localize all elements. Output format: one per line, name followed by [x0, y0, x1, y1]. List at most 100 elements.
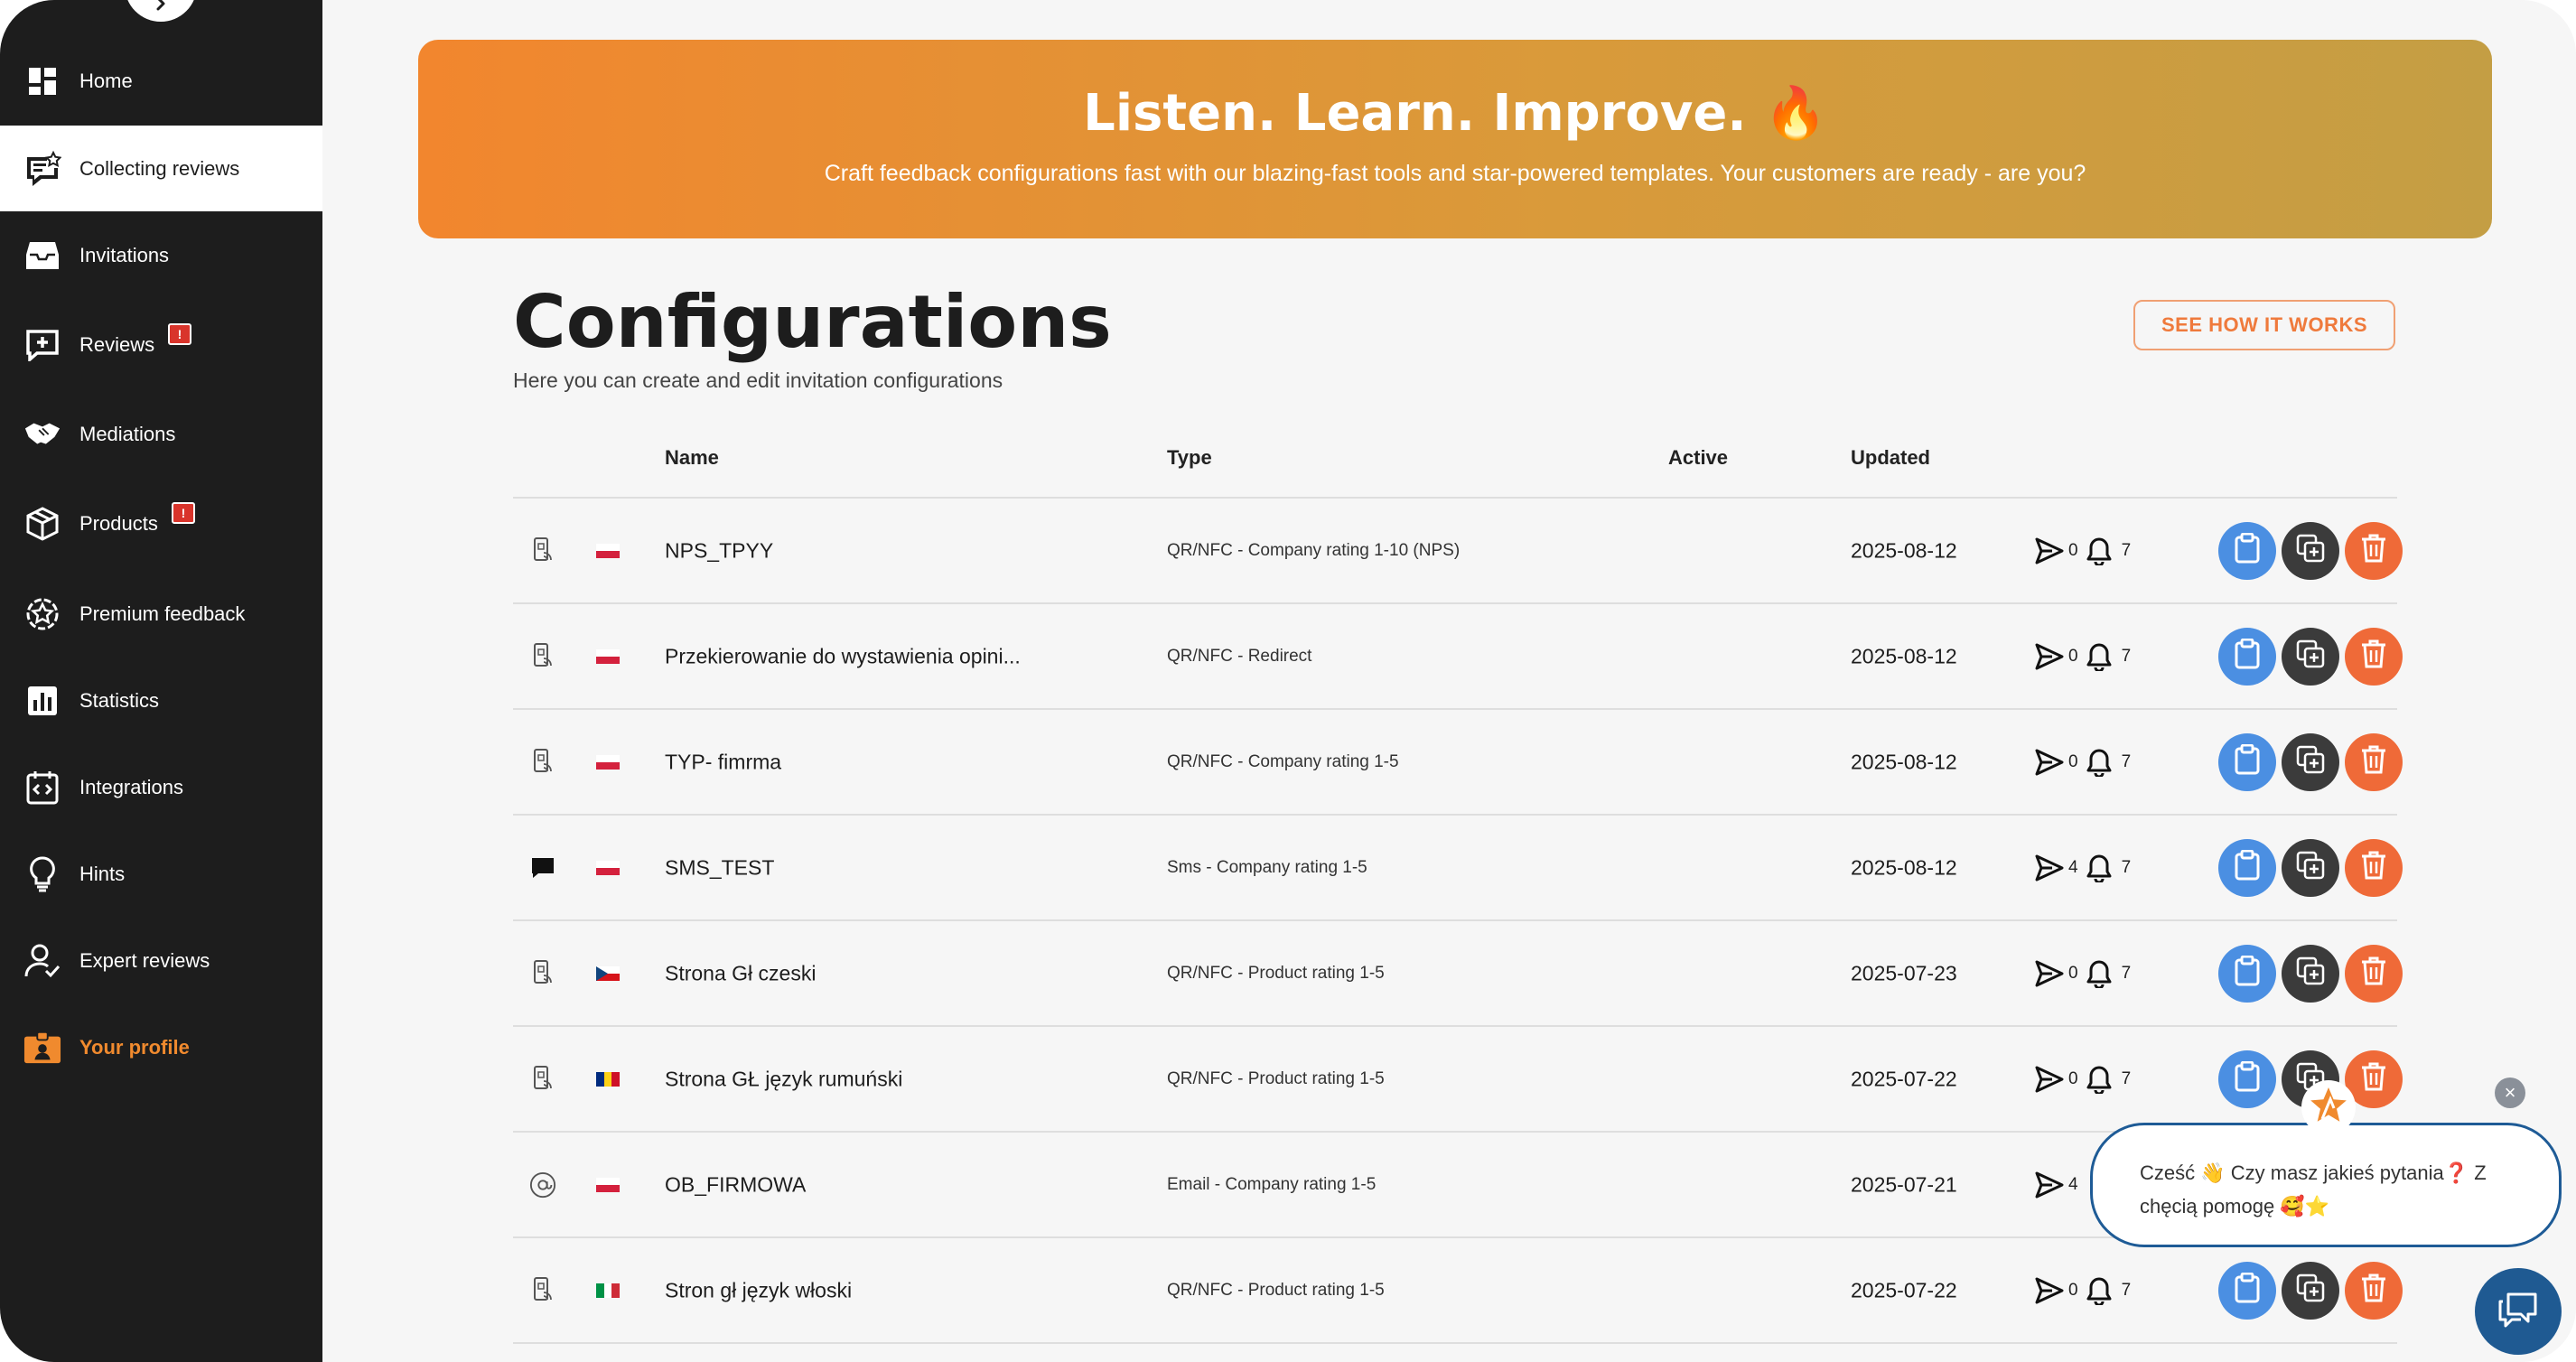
row-actions: [2218, 838, 2403, 897]
table-row[interactable]: TYP- fimrma QR/NFC - Company rating 1-5 20…: [513, 710, 2403, 816]
sidebar-item-collecting-reviews[interactable]: Collecting reviews: [0, 126, 322, 211]
sidebar-item-label: Integrations: [79, 775, 183, 798]
flag-pl-icon: [596, 543, 620, 558]
sidebar-item-invitations[interactable]: Invitations: [0, 212, 322, 298]
qr-nfc-icon: [529, 1275, 556, 1306]
config-stats: 07: [2034, 642, 2131, 671]
star-chat-icon: [23, 150, 61, 188]
bar-chart-icon: [23, 682, 61, 720]
config-name[interactable]: OB_FIRMOWA: [665, 1172, 806, 1197]
column-header-updated[interactable]: Updated: [1851, 446, 1930, 470]
config-name[interactable]: TYP- fimrma: [665, 750, 781, 774]
qr-nfc-icon: [529, 536, 556, 566]
sidebar-item-label: Home: [79, 69, 133, 92]
trash-icon: [2360, 956, 2387, 991]
row-actions: [2218, 521, 2403, 580]
sidebar-item-mediations[interactable]: Mediations: [0, 391, 322, 477]
table-row[interactable]: Strona Gł czeski QR/NFC - Product rating …: [513, 921, 2403, 1027]
promo-banner: Listen. Learn. Improve. 🔥 Craft feedback…: [418, 40, 2492, 238]
config-stats: 4: [2034, 1171, 2086, 1199]
copy-plus-icon: [2296, 534, 2325, 567]
table-row[interactable]: Przekierowanie do wystawienia opini... QR…: [513, 604, 2403, 710]
app-window: Home Collecting reviews Invitations Revi…: [0, 0, 2576, 1362]
table-row[interactable]: Strona GŁ język rumuński QR/NFC - Product…: [513, 1027, 2403, 1133]
delete-config-button[interactable]: [2345, 732, 2403, 791]
edit-config-button[interactable]: [2218, 1049, 2276, 1108]
clipboard-icon: [2234, 955, 2261, 991]
code-icon: [23, 769, 61, 807]
clipboard-icon: [2234, 1272, 2261, 1308]
clipboard-icon: [2234, 532, 2261, 568]
reminder-count: 7: [2121, 751, 2132, 771]
chat-greeting-bubble[interactable]: Cześć 👋 Czy masz jakieś pytania❓ Z chęci…: [2090, 1123, 2562, 1247]
edit-config-button[interactable]: [2218, 944, 2276, 1003]
chat-message: Cześć 👋 Czy masz jakieś pytania❓ Z chęci…: [2140, 1161, 2487, 1217]
sidebar-item-label: Mediations: [79, 422, 176, 445]
see-how-it-works-button[interactable]: SEE HOW IT WORKS: [2133, 300, 2395, 350]
sidebar-item-hints[interactable]: Hints: [0, 831, 322, 917]
sidebar-item-label: Invitations: [79, 243, 170, 266]
table-row[interactable]: Stron gł język włoski QR/NFC - Product ra…: [513, 1238, 2403, 1344]
sidebar-item-products[interactable]: Products !: [0, 480, 322, 566]
sidebar-item-statistics[interactable]: Statistics: [0, 658, 322, 743]
reminder-count: 7: [2121, 857, 2132, 877]
config-name[interactable]: NPS_TPYY: [665, 538, 773, 563]
row-actions: [2218, 627, 2403, 686]
chat-close-button[interactable]: ×: [2495, 1077, 2525, 1108]
delete-config-button[interactable]: [2345, 521, 2403, 580]
chevron-right-icon: [153, 0, 169, 16]
config-name[interactable]: SMS_TEST: [665, 855, 774, 880]
sent-count: 4: [2068, 857, 2078, 877]
delete-config-button[interactable]: [2345, 1261, 2403, 1320]
delete-config-button[interactable]: [2345, 944, 2403, 1003]
banner-subtitle: Craft feedback configurations fast with …: [824, 161, 2086, 186]
delete-config-button[interactable]: [2345, 627, 2403, 686]
duplicate-config-button[interactable]: [2282, 627, 2339, 686]
id-card-icon: [23, 1029, 61, 1067]
duplicate-config-button[interactable]: [2282, 838, 2339, 897]
copy-plus-icon: [2296, 745, 2325, 779]
delete-config-button[interactable]: [2345, 838, 2403, 897]
config-name[interactable]: Przekierowanie do wystawienia opini...: [665, 644, 1021, 668]
sidebar-collapse-toggle[interactable]: [125, 0, 197, 22]
sidebar-item-reviews[interactable]: Reviews !: [0, 302, 322, 387]
lightbulb-icon: [23, 855, 61, 893]
duplicate-config-button[interactable]: [2282, 521, 2339, 580]
sidebar-item-your-profile[interactable]: Your profile: [0, 1004, 322, 1090]
edit-config-button[interactable]: [2218, 1261, 2276, 1320]
flag-pl-icon: [596, 754, 620, 770]
sent-count: 4: [2068, 1174, 2078, 1194]
edit-config-button[interactable]: [2218, 838, 2276, 897]
config-type: QR/NFC - Product rating 1-5: [1167, 963, 1385, 983]
sidebar-item-expert-reviews[interactable]: Expert reviews: [0, 918, 322, 1003]
edit-config-button[interactable]: [2218, 732, 2276, 791]
reminder-count: 7: [2121, 1068, 2132, 1088]
page-title: Configurations: [513, 280, 1112, 364]
chat-launcher-button[interactable]: [2475, 1268, 2562, 1355]
column-header-type[interactable]: Type: [1167, 446, 1212, 470]
column-header-name[interactable]: Name: [665, 446, 719, 470]
config-updated-date: 2025-08-12: [1851, 644, 1957, 667]
duplicate-config-button[interactable]: [2282, 732, 2339, 791]
alert-badge: !: [172, 502, 195, 524]
sidebar-item-premium-feedback[interactable]: Premium feedback: [0, 571, 322, 657]
edit-config-button[interactable]: [2218, 521, 2276, 580]
row-actions: [2218, 1261, 2403, 1320]
table-row[interactable]: SMS_TEST Sms - Company rating 1-5 2025-08-…: [513, 816, 2403, 921]
sidebar-item-integrations[interactable]: Integrations: [0, 744, 322, 830]
edit-config-button[interactable]: [2218, 627, 2276, 686]
config-name[interactable]: Strona Gł czeski: [665, 961, 816, 985]
config-name[interactable]: Stron gł język włoski: [665, 1278, 852, 1302]
column-header-active[interactable]: Active: [1668, 446, 1728, 470]
table-row[interactable]: NPS_TPYY QR/NFC - Company rating 1-10 (NP…: [513, 499, 2403, 604]
config-updated-date: 2025-07-23: [1851, 961, 1957, 984]
config-stats: 07: [2034, 1065, 2131, 1094]
sidebar-item-label: Collecting reviews: [79, 156, 240, 180]
trash-icon: [2360, 850, 2387, 885]
config-updated-date: 2025-07-22: [1851, 1067, 1957, 1090]
sidebar-item-home[interactable]: Home: [0, 38, 322, 124]
duplicate-config-button[interactable]: [2282, 944, 2339, 1003]
sent-count: 0: [2068, 1280, 2078, 1300]
config-name[interactable]: Strona GŁ język rumuński: [665, 1067, 902, 1091]
duplicate-config-button[interactable]: [2282, 1261, 2339, 1320]
